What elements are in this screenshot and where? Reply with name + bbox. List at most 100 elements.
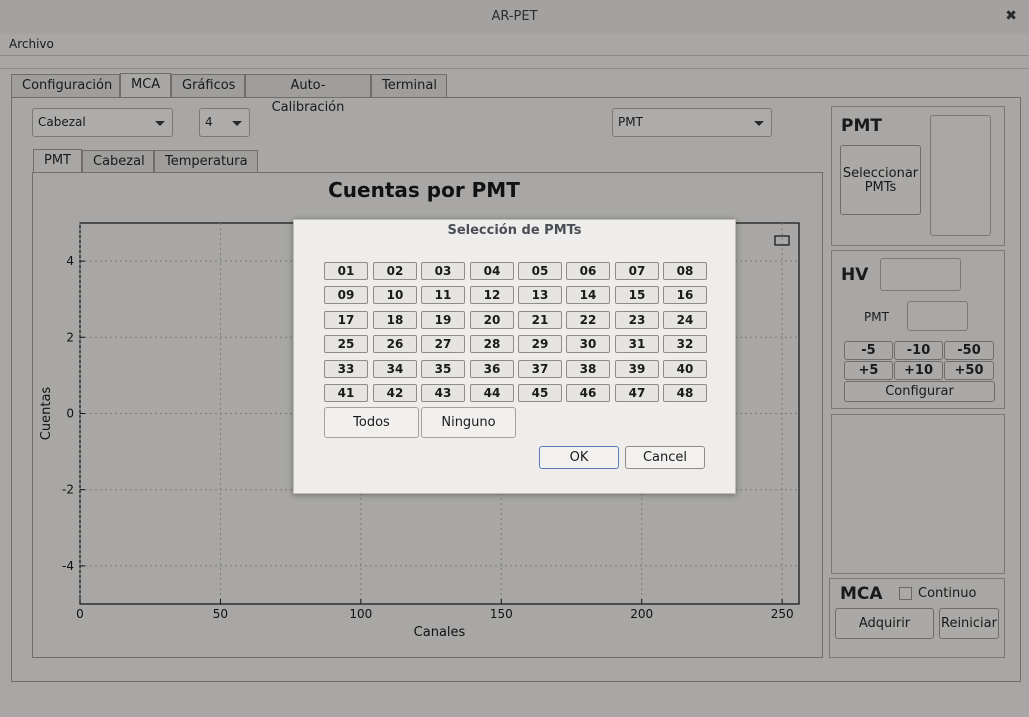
number-select[interactable]: 4 xyxy=(199,108,250,137)
ninguno-button[interactable]: Ninguno xyxy=(421,407,516,438)
pmt-grid: 01 02 03 04 05 06 07 08 09 10 11 12 13 14 15 16 17 18 19 20… xyxy=(324,262,707,404)
pmt-toggle-09[interactable]: 09 xyxy=(324,286,368,304)
tab-graficos[interactable]: Gráficos xyxy=(171,74,245,98)
y-tick-label: -2 xyxy=(62,483,74,497)
pmt-toggle-30[interactable]: 30 xyxy=(566,335,610,353)
pmt-toggle-43[interactable]: 43 xyxy=(421,384,465,402)
pmt-toggle-47[interactable]: 47 xyxy=(615,384,659,402)
pmt-toggle-11[interactable]: 11 xyxy=(421,286,465,304)
pmt-toggle-26[interactable]: 26 xyxy=(373,335,417,353)
pmt-toggle-37[interactable]: 37 xyxy=(518,360,562,378)
reiniciar-button[interactable]: Reiniciar xyxy=(939,608,999,639)
continuo-label: Continuo xyxy=(918,586,977,601)
pmt-toggle-34[interactable]: 34 xyxy=(373,360,417,378)
pmt-toggle-22[interactable]: 22 xyxy=(566,311,610,329)
pmt-toggle-06[interactable]: 06 xyxy=(566,262,610,280)
pmt-toggle-03[interactable]: 03 xyxy=(421,262,465,280)
pmt-toggle-27[interactable]: 27 xyxy=(421,335,465,353)
configure-button[interactable]: Configurar xyxy=(844,381,995,402)
menu-archivo[interactable]: Archivo xyxy=(9,37,54,51)
pmt-toggle-48[interactable]: 48 xyxy=(663,384,707,402)
pmt-toggle-13[interactable]: 13 xyxy=(518,286,562,304)
pmt-toggle-20[interactable]: 20 xyxy=(470,311,514,329)
pmt-toggle-40[interactable]: 40 xyxy=(663,360,707,378)
pmt-input[interactable] xyxy=(907,301,968,331)
pmt-toggle-07[interactable]: 07 xyxy=(615,262,659,280)
pmt-toggle-45[interactable]: 45 xyxy=(518,384,562,402)
tab-mca[interactable]: MCA xyxy=(120,73,171,98)
ok-button[interactable]: OK xyxy=(539,446,619,469)
hv-minus-5-button[interactable]: -5 xyxy=(844,341,893,360)
pmt-toggle-21[interactable]: 21 xyxy=(518,311,562,329)
pmt-toggle-04[interactable]: 04 xyxy=(470,262,514,280)
y-tick-label: 2 xyxy=(66,330,74,344)
select-pmts-button[interactable]: Seleccionar PMTs xyxy=(840,145,921,215)
subtab-temperatura[interactable]: Temperatura xyxy=(154,150,258,173)
window-title: AR-PET xyxy=(491,9,538,24)
pmt-toggle-08[interactable]: 08 xyxy=(663,262,707,280)
pmt-toggle-19[interactable]: 19 xyxy=(421,311,465,329)
selected-pmts-list[interactable] xyxy=(930,115,991,236)
pmt-toggle-16[interactable]: 16 xyxy=(663,286,707,304)
pmt-toggle-12[interactable]: 12 xyxy=(470,286,514,304)
pmt-toggle-05[interactable]: 05 xyxy=(518,262,562,280)
x-tick-label: 100 xyxy=(349,607,372,621)
continuo-checkbox[interactable] xyxy=(899,587,912,600)
hv-minus-10-button[interactable]: -10 xyxy=(894,341,943,360)
pmt-toggle-15[interactable]: 15 xyxy=(615,286,659,304)
x-tick-label: 0 xyxy=(76,607,84,621)
close-icon[interactable]: ✖ xyxy=(1005,8,1017,24)
subtab-pmt[interactable]: PMT xyxy=(33,149,82,172)
tab-terminal[interactable]: Terminal xyxy=(371,74,447,98)
pmt-toggle-41[interactable]: 41 xyxy=(324,384,368,402)
hv-minus-50-button[interactable]: -50 xyxy=(944,341,994,360)
pmt-toggle-38[interactable]: 38 xyxy=(566,360,610,378)
subtab-cabezal[interactable]: Cabezal xyxy=(82,150,154,173)
y-tick-label: 0 xyxy=(66,407,74,421)
x-axis-label: Canales xyxy=(414,625,466,640)
pmt-toggle-35[interactable]: 35 xyxy=(421,360,465,378)
pmt-label: PMT xyxy=(864,310,889,324)
pmt-toggle-31[interactable]: 31 xyxy=(615,335,659,353)
chart-title: Cuentas por PMT xyxy=(328,178,520,202)
adquirir-button[interactable]: Adquirir xyxy=(835,608,934,639)
pmt-toggle-29[interactable]: 29 xyxy=(518,335,562,353)
pmt-select[interactable]: PMT xyxy=(612,108,772,137)
y-axis-label: Cuentas xyxy=(39,387,54,441)
hv-plus-50-button[interactable]: +50 xyxy=(944,361,994,380)
hv-panel-title: HV xyxy=(841,265,869,285)
pmt-toggle-14[interactable]: 14 xyxy=(566,286,610,304)
pmt-toggle-44[interactable]: 44 xyxy=(470,384,514,402)
hv-input[interactable] xyxy=(880,258,961,291)
chevron-down-icon xyxy=(155,121,165,126)
pmt-toggle-25[interactable]: 25 xyxy=(324,335,368,353)
todos-button[interactable]: Todos xyxy=(324,407,419,438)
hv-plus-5-button[interactable]: +5 xyxy=(844,361,893,380)
pmt-toggle-46[interactable]: 46 xyxy=(566,384,610,402)
hv-plus-10-button[interactable]: +10 xyxy=(894,361,943,380)
pmt-select-value: PMT xyxy=(618,115,643,129)
pmt-toggle-10[interactable]: 10 xyxy=(373,286,417,304)
chevron-down-icon xyxy=(754,121,764,126)
tab-auto-calibracion[interactable]: Auto-Calibración xyxy=(245,74,371,115)
pmt-toggle-18[interactable]: 18 xyxy=(373,311,417,329)
mca-panel-title: MCA xyxy=(840,584,883,604)
dialog-title: Selección de PMTs xyxy=(447,223,582,238)
number-select-value: 4 xyxy=(205,115,213,129)
pmt-toggle-01[interactable]: 01 xyxy=(324,262,368,280)
pmt-panel-title: PMT xyxy=(841,116,882,136)
pmt-toggle-36[interactable]: 36 xyxy=(470,360,514,378)
cancel-button[interactable]: Cancel xyxy=(625,446,705,469)
chevron-down-icon xyxy=(232,121,242,126)
pmt-toggle-28[interactable]: 28 xyxy=(470,335,514,353)
pmt-toggle-24[interactable]: 24 xyxy=(663,311,707,329)
pmt-toggle-42[interactable]: 42 xyxy=(373,384,417,402)
pmt-toggle-32[interactable]: 32 xyxy=(663,335,707,353)
pmt-toggle-39[interactable]: 39 xyxy=(615,360,659,378)
tab-configuracion[interactable]: Configuración xyxy=(11,74,120,98)
pmt-toggle-33[interactable]: 33 xyxy=(324,360,368,378)
pmt-toggle-17[interactable]: 17 xyxy=(324,311,368,329)
cabezal-select[interactable]: Cabezal xyxy=(32,108,173,137)
pmt-toggle-02[interactable]: 02 xyxy=(373,262,417,280)
pmt-toggle-23[interactable]: 23 xyxy=(615,311,659,329)
